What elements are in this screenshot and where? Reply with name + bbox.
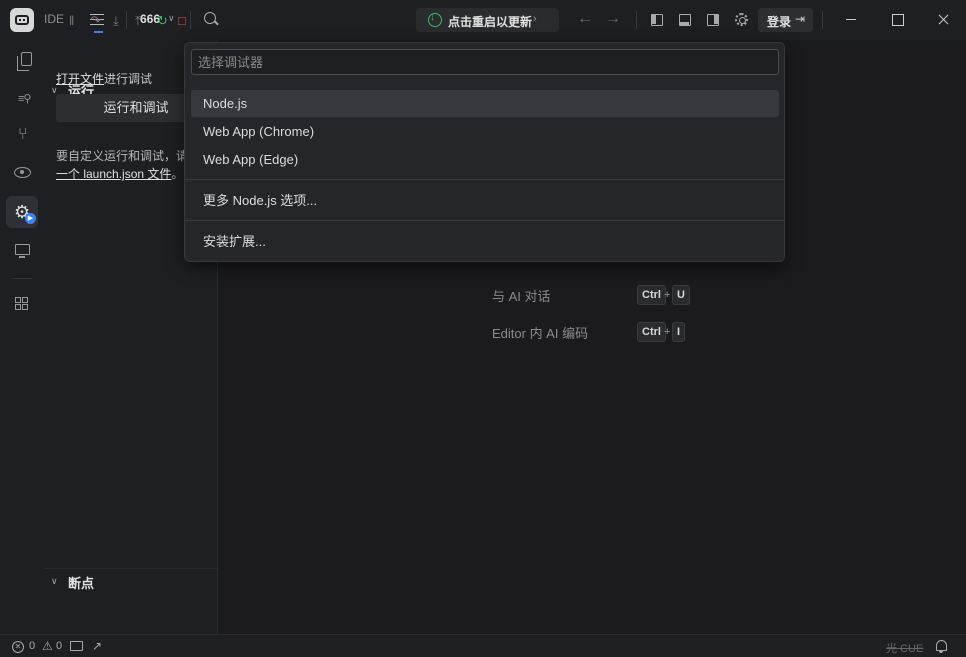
debugger-search-input[interactable] [191,49,779,75]
breakpoints-section-header[interactable]: ∨ 断点 [44,568,217,592]
shortcut-key: U [672,285,690,305]
settings-icon[interactable] [735,13,748,26]
error-icon[interactable]: ✕ [12,641,24,653]
toggle-secondary-sidebar-icon[interactable] [707,14,719,26]
back-arrow-icon[interactable]: ← [577,10,593,28]
error-count[interactable]: 0 [29,640,35,652]
step-out-icon[interactable]: ⤒ [135,13,141,29]
toggle-panel-icon[interactable] [679,14,691,26]
update-label: 点击重启以更新 [448,15,533,29]
hint-label: 与 AI 对话 [492,289,551,304]
activity-bar: ≡⚲ ⑂ ⚙ ▶ [0,40,44,634]
breakpoints-title: 断点 [68,576,95,591]
update-icon [428,12,442,27]
open-file-suffix: 进行调试 [104,72,153,86]
open-file-text: 打开文件进行调试 [56,70,152,87]
restart-icon[interactable]: ↻ [157,13,168,29]
app-logo-icon [10,8,34,32]
shortcut-plus: + [664,289,671,301]
stop-icon[interactable]: □ [178,13,186,28]
search-icon[interactable] [204,12,216,24]
debugger-option[interactable]: Web App (Chrome) [191,118,779,145]
source-control-icon: ⑂ [18,126,28,143]
divider [822,11,823,29]
remote-display-icon [15,244,30,258]
active-indicator [94,31,103,33]
title-bar: IDE 666 ∨ 点击重启以更新 › ← → 登录 ⇥ [0,0,966,40]
source-control-button[interactable]: ⑂ [6,120,38,152]
more-nodejs-options[interactable]: 更多 Node.js 选项... [191,187,779,214]
step-over-icon[interactable]: ↷ [90,13,101,29]
run-and-debug-button[interactable]: ⚙ ▶ [6,196,38,228]
divider [185,220,784,221]
login-button[interactable]: 登录 ⇥ [758,8,813,32]
extensions-button[interactable] [6,288,38,320]
extensions-icon [15,297,29,311]
shortcut-key: Ctrl [637,322,666,342]
close-button[interactable] [920,0,966,40]
debugger-option[interactable]: Web App (Edge) [191,146,779,173]
preview-button[interactable] [6,158,38,190]
minimize-button[interactable] [828,0,874,40]
divider [12,278,32,279]
eye-icon [14,167,31,178]
shortcut-key: I [672,322,686,342]
install-extension-option[interactable]: 安装扩展... [191,228,779,255]
launch-json-prefix: 要自定义运行和调试，请 [56,149,189,163]
status-bar: ✕ 0 ⚠ 0 ↗ 光 CUE [0,634,966,657]
warning-icon[interactable]: ⚠ [42,639,53,653]
shortcut-plus: + [664,326,671,338]
debugger-option[interactable]: Node.js [191,90,779,117]
notification-bell-icon[interactable] [936,640,947,653]
select-debugger-quick-pick: Node.js Web App (Chrome) Web App (Edge) … [184,42,785,262]
forward-arrow-icon[interactable]: → [605,10,621,28]
divider [190,11,191,29]
open-file-link[interactable]: 打开文件 [56,72,104,86]
shortcut-key: Ctrl [637,285,666,305]
divider [636,11,637,29]
toggle-primary-sidebar-icon[interactable] [651,14,663,26]
maximize-button[interactable] [874,0,920,40]
login-label: 登录 [767,15,792,29]
chevron-down-icon[interactable]: ∨ [168,13,175,24]
divider [185,179,784,180]
create-launch-json-link[interactable]: 一个 launch.json 文件 [56,167,171,181]
hint-label: Editor 内 AI 编码 [492,326,589,341]
files-icon [17,52,32,71]
encoding-indicator[interactable]: 光 CUE [886,640,923,656]
terminal-icon[interactable] [70,641,83,651]
search-view-button[interactable]: ≡⚲ [6,82,38,114]
remote-button[interactable] [6,234,38,266]
search-list-icon: ≡⚲ [18,93,32,105]
chevron-down-icon: ∨ [51,576,58,586]
divider [126,11,127,29]
remote-debug-icon[interactable]: ↗ [92,639,102,653]
play-badge-icon: ▶ [25,213,36,224]
warning-count[interactable]: 0 [56,640,62,652]
pause-icon[interactable]: ‖ [69,13,74,28]
chevron-right-icon: › [533,13,537,25]
restart-to-update-button[interactable]: 点击重启以更新 › [416,8,559,32]
explorer-button[interactable] [6,44,38,76]
launch-json-suffix: 。 [171,167,184,181]
step-into-icon[interactable]: ⤓ [113,13,119,29]
app-name: IDE [44,12,65,26]
login-icon: ⇥ [795,12,806,26]
